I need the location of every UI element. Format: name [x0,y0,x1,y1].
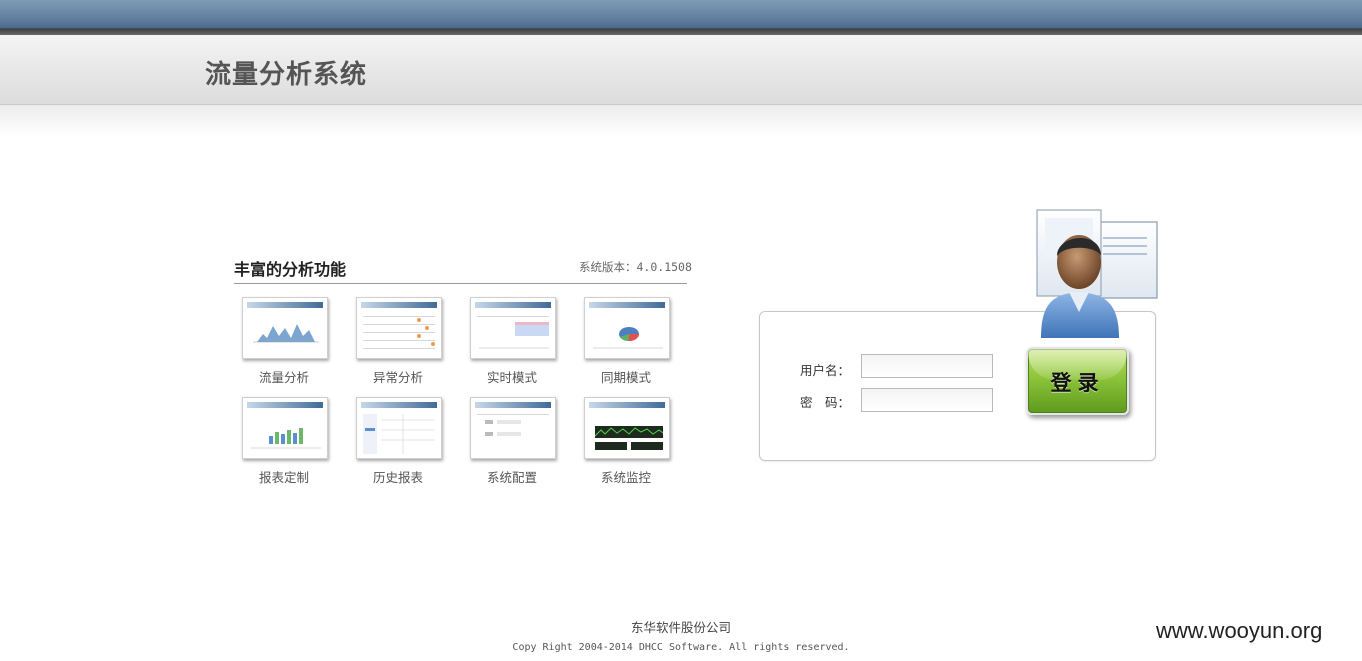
password-label: 密 码： [800,395,851,410]
features-divider [234,283,687,284]
login-button-label: 登录 [1050,371,1105,395]
feature-tile-history[interactable]: 历史报表 [348,397,444,487]
watermark-text: www.wooyun.org [1156,618,1323,643]
monitor-graph-thumbnail [584,397,670,459]
feature-tile-realtime[interactable]: 实时模式 [462,297,558,387]
header-fade [0,105,1362,137]
feature-label: 报表定制 [258,470,309,485]
feature-tile-config[interactable]: 系统配置 [462,397,558,487]
password-input[interactable] [861,388,993,412]
anomaly-table-thumbnail [356,297,442,359]
feature-label: 实时模式 [486,370,537,385]
login-button[interactable]: 登录 [1026,347,1129,415]
feature-label: 流量分析 [258,370,309,385]
feature-tile-report[interactable]: 报表定制 [234,397,330,487]
version-label: 系统版本：4.0.1508 [579,260,692,274]
feature-label: 历史报表 [372,470,423,485]
feature-label: 同期模式 [600,370,651,385]
app-title: 流量分析系统 [205,60,368,90]
pie-chart-thumbnail [584,297,670,359]
feature-tile-traffic[interactable]: 流量分析 [234,297,330,387]
feature-label: 系统配置 [486,470,537,485]
feature-tile-anomaly[interactable]: 异常分析 [348,297,444,387]
realtime-thumbnail [470,297,556,359]
traffic-chart-thumbnail [242,297,328,359]
history-table-thumbnail [356,397,442,459]
feature-label: 异常分析 [372,370,423,385]
config-form-thumbnail [470,397,556,459]
user-account-icon [1036,209,1158,338]
report-bar-thumbnail [242,397,328,459]
feature-tile-monitor[interactable]: 系统监控 [576,397,672,487]
feature-tile-period[interactable]: 同期模式 [576,297,672,387]
features-heading: 丰富的分析功能 [234,260,347,279]
top-bar [0,0,1362,35]
username-label: 用户名： [800,363,851,378]
feature-label: 系统监控 [600,470,651,485]
username-input[interactable] [861,354,993,378]
